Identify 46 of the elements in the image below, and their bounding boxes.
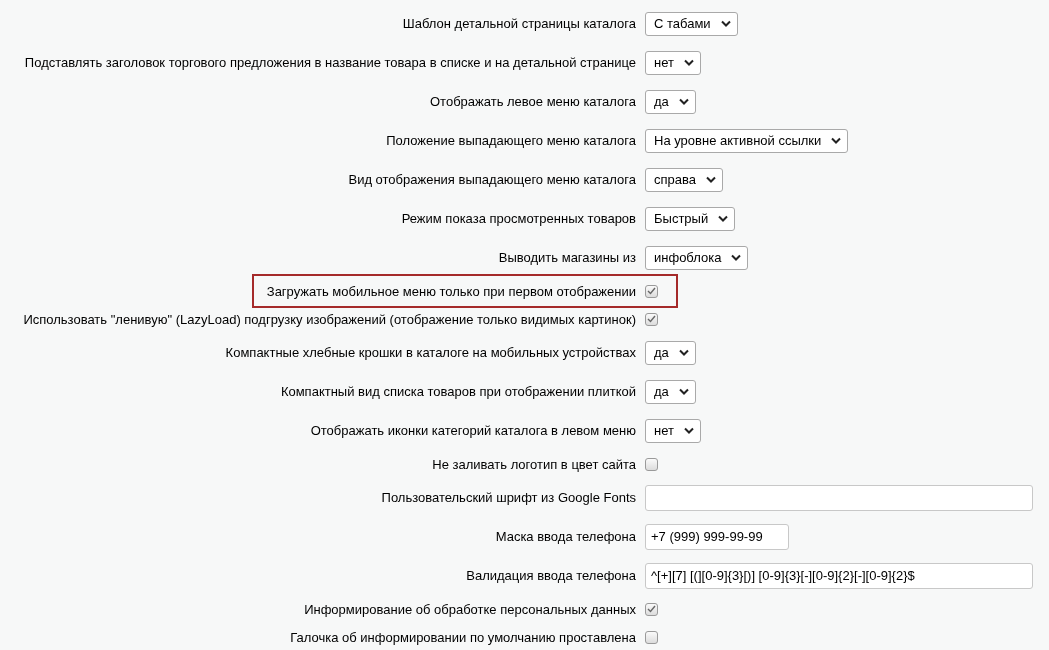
setting-label: Загружать мобильное меню только при первом отображении [265,283,636,299]
chevron-icon [718,215,729,222]
chevron-icon [678,98,689,105]
setting-label: Валидация ввода телефона [465,568,636,583]
chevron-icon [720,20,731,27]
setting-label: Положение выпадающего меню каталога [385,133,636,148]
checkbox[interactable] [645,457,658,471]
text-field[interactable]: +7 (999) 999-99-99 [645,523,789,550]
setting-label: Информирование об обработке персональных данных [303,601,636,617]
checkbox[interactable] [645,630,658,644]
setting-label: Отображать иконки категорий каталога в левом меню [309,423,636,438]
chevron-icon [683,427,694,434]
setting-label: Галочка об информировании по умолчанию проставлена [289,629,636,645]
setting-label: Использовать "ленивую" (LazyLoad) подгрузку изображений (отображение только видимых картинок) [22,311,636,327]
chevron-icon [831,137,842,144]
dropdown[interactable]: С табами [645,11,738,36]
setting-label: Компактные хлебные крошки в каталоге на мобильных устройствах [224,345,636,360]
setting-label: Компактный вид списка товаров при отображении плиткой [279,384,636,399]
dropdown[interactable]: нет [645,418,701,443]
chevron-icon [678,349,689,356]
dropdown[interactable]: инфоблока [645,245,749,270]
chevron-icon [731,254,742,261]
checkbox[interactable] [645,602,658,616]
setting-label: Шаблон детальной страницы каталога [401,16,636,31]
setting-label: Вид отображения выпадающего меню каталога [347,172,636,187]
dropdown[interactable]: да [645,89,696,114]
dropdown[interactable]: Быстрый [645,206,736,231]
text-field[interactable] [645,484,1033,511]
dropdown[interactable]: да [645,379,696,404]
setting-label: Не заливать логотип в цвет сайта [431,456,636,472]
chevron-icon [683,59,694,66]
setting-label: Пользовательский шрифт из Google Fonts [380,490,636,505]
dropdown[interactable]: нет [645,50,701,75]
setting-label: Подставлять заголовок торгового предложения в название товара в списке и на детальной странице [23,55,636,70]
checkbox[interactable] [645,284,658,298]
setting-label: Выводить магазины из [497,250,636,265]
dropdown[interactable]: да [645,340,696,365]
text-field[interactable]: ^[+][7] [(][0-9]{3}[)] [0-9]{3}[-][0-9]{2}[-][0-9]{2}$ [645,562,1033,589]
chevron-icon [678,388,689,395]
dropdown[interactable]: справа [645,167,723,192]
setting-label: Отображать левое меню каталога [429,94,636,109]
setting-label: Маска ввода телефона [494,529,636,544]
chevron-icon [706,176,716,183]
setting-label: Режим показа просмотренных товаров [400,211,636,226]
dropdown[interactable]: На уровне активной ссылки [645,128,849,153]
checkbox[interactable] [645,312,658,326]
